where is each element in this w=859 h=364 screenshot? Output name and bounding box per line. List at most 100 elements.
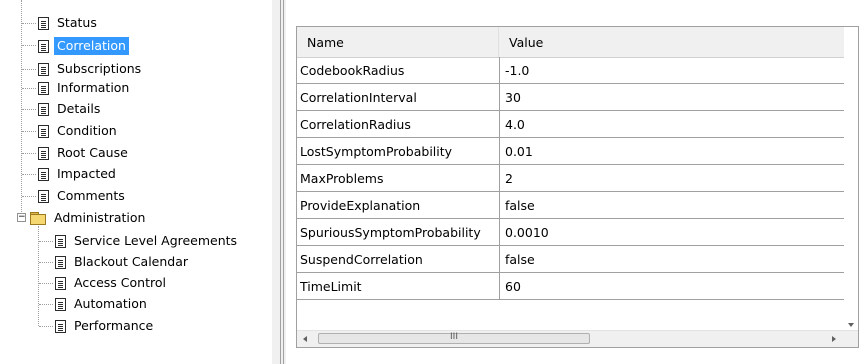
- property-value: 60: [505, 279, 521, 294]
- table-row[interactable]: SpuriousSymptomProbability 0.0010: [297, 219, 846, 246]
- tree-item-label: Correlation: [54, 37, 129, 55]
- tree-connector: [22, 69, 36, 71]
- tree-connector: [39, 304, 53, 306]
- tree-item-correlation[interactable]: Correlation: [38, 36, 129, 56]
- navigation-tree: Status Correlation Subscriptions Informa…: [0, 0, 272, 364]
- tree-item-subscriptions[interactable]: Subscriptions: [38, 59, 144, 79]
- tree-item-label: Administration: [54, 210, 146, 225]
- horizontal-scrollbar[interactable]: III: [297, 330, 858, 347]
- vertical-scrollbar[interactable]: [844, 27, 858, 333]
- tree-item-label: Service Level Agreements: [74, 233, 238, 248]
- scrollbar-thumb[interactable]: III: [318, 333, 590, 344]
- document-icon: [38, 62, 49, 76]
- tree-connector: [22, 23, 36, 25]
- tree-item-label: Details: [57, 101, 101, 116]
- tree-item-label: Root Cause: [57, 145, 128, 160]
- tree-item-label: Status: [57, 15, 97, 30]
- tree-item-label: Automation: [74, 296, 147, 311]
- property-value: false: [505, 252, 535, 267]
- property-value: 4.0: [505, 117, 525, 132]
- table-row[interactable]: TimeLimit 60: [297, 273, 846, 300]
- scroll-right-arrow-icon[interactable]: [832, 336, 836, 342]
- folder-icon: [30, 212, 46, 225]
- scroll-left-arrow-icon[interactable]: [303, 336, 307, 342]
- tree-item-condition[interactable]: Condition: [38, 121, 120, 141]
- scroll-down-arrow-icon[interactable]: [848, 323, 854, 327]
- tree-item-comments[interactable]: Comments: [38, 186, 128, 206]
- column-divider: [499, 57, 500, 300]
- tree-item-information[interactable]: Information: [38, 78, 132, 98]
- tree-item-automation[interactable]: Automation: [55, 294, 150, 314]
- tree-item-impacted[interactable]: Impacted: [38, 164, 119, 184]
- scrollbar-grip: III: [450, 332, 458, 342]
- document-icon: [38, 124, 49, 138]
- tree-item-administration[interactable]: Administration: [30, 208, 148, 228]
- properties-panel: Name Value CodebookRadius -1.0 Correlati…: [286, 0, 859, 364]
- tree-connector: [39, 326, 53, 328]
- tree-item-access-control[interactable]: Access Control: [55, 273, 169, 293]
- pane-splitter[interactable]: [272, 0, 286, 364]
- document-icon: [38, 102, 49, 116]
- tree-item-label: Performance: [74, 318, 154, 333]
- document-icon: [55, 319, 66, 333]
- document-icon: [55, 276, 66, 290]
- property-value: false: [505, 198, 535, 213]
- property-name: ProvideExplanation: [300, 198, 421, 213]
- property-name: CorrelationRadius: [300, 117, 411, 132]
- property-value: 30: [505, 90, 521, 105]
- document-icon: [38, 189, 49, 203]
- document-icon: [38, 167, 49, 181]
- document-icon: [38, 146, 49, 160]
- property-value: 0.01: [505, 144, 533, 159]
- tree-connector: [22, 196, 36, 198]
- tree-item-label: Condition: [57, 123, 117, 138]
- tree-item-label: Comments: [57, 188, 125, 203]
- property-name: SpuriousSymptomProbability: [300, 225, 481, 240]
- tree-item-root-cause[interactable]: Root Cause: [38, 143, 131, 163]
- property-value: 2: [505, 171, 513, 186]
- tree-item-label: Blackout Calendar: [74, 254, 189, 269]
- tree-item-service-level-agreements[interactable]: Service Level Agreements: [55, 231, 240, 251]
- property-name: MaxProblems: [300, 171, 384, 186]
- document-icon: [38, 39, 49, 53]
- tree-connector: [22, 153, 36, 155]
- document-icon: [38, 81, 49, 95]
- tree-item-label: Access Control: [74, 275, 166, 290]
- tree-item-label: Information: [57, 80, 130, 95]
- document-icon: [55, 255, 66, 269]
- column-header-value[interactable]: Value: [499, 27, 846, 57]
- document-icon: [38, 16, 49, 30]
- tree-connector: [22, 45, 36, 47]
- table-row[interactable]: ProvideExplanation false: [297, 192, 846, 219]
- property-name: LostSymptomProbability: [300, 144, 453, 159]
- document-icon: [55, 297, 66, 311]
- tree-connector: [39, 283, 53, 285]
- property-value: -1.0: [505, 63, 530, 78]
- table-row[interactable]: LostSymptomProbability 0.01: [297, 138, 846, 165]
- collapse-toggle[interactable]: −: [17, 213, 26, 222]
- tree-connector: [22, 88, 36, 90]
- table-header: Name Value: [297, 27, 846, 58]
- table-row[interactable]: SuspendCorrelation false: [297, 246, 846, 273]
- column-header-name[interactable]: Name: [297, 27, 499, 57]
- property-value: 0.0010: [505, 225, 549, 240]
- tree-item-performance[interactable]: Performance: [55, 316, 156, 336]
- tree-connector: [22, 109, 36, 111]
- table-row[interactable]: MaxProblems 2: [297, 165, 846, 192]
- tree-connector: [22, 174, 36, 176]
- property-name: TimeLimit: [300, 279, 362, 294]
- table-row[interactable]: CodebookRadius -1.0: [297, 57, 846, 84]
- tree-item-label: Subscriptions: [57, 61, 142, 76]
- properties-table: Name Value CodebookRadius -1.0 Correlati…: [296, 26, 859, 348]
- tree-item-label: Impacted: [57, 166, 116, 181]
- document-icon: [55, 234, 66, 248]
- tree-item-blackout-calendar[interactable]: Blackout Calendar: [55, 252, 191, 272]
- tree-connector: [39, 262, 53, 264]
- table-row[interactable]: CorrelationInterval 30: [297, 84, 846, 111]
- tree-item-details[interactable]: Details: [38, 99, 103, 119]
- property-name: CorrelationInterval: [300, 90, 417, 105]
- table-row[interactable]: CorrelationRadius 4.0: [297, 111, 846, 138]
- tree-connector: [22, 131, 36, 133]
- tree-item-status[interactable]: Status: [38, 13, 100, 33]
- property-name: CodebookRadius: [300, 63, 405, 78]
